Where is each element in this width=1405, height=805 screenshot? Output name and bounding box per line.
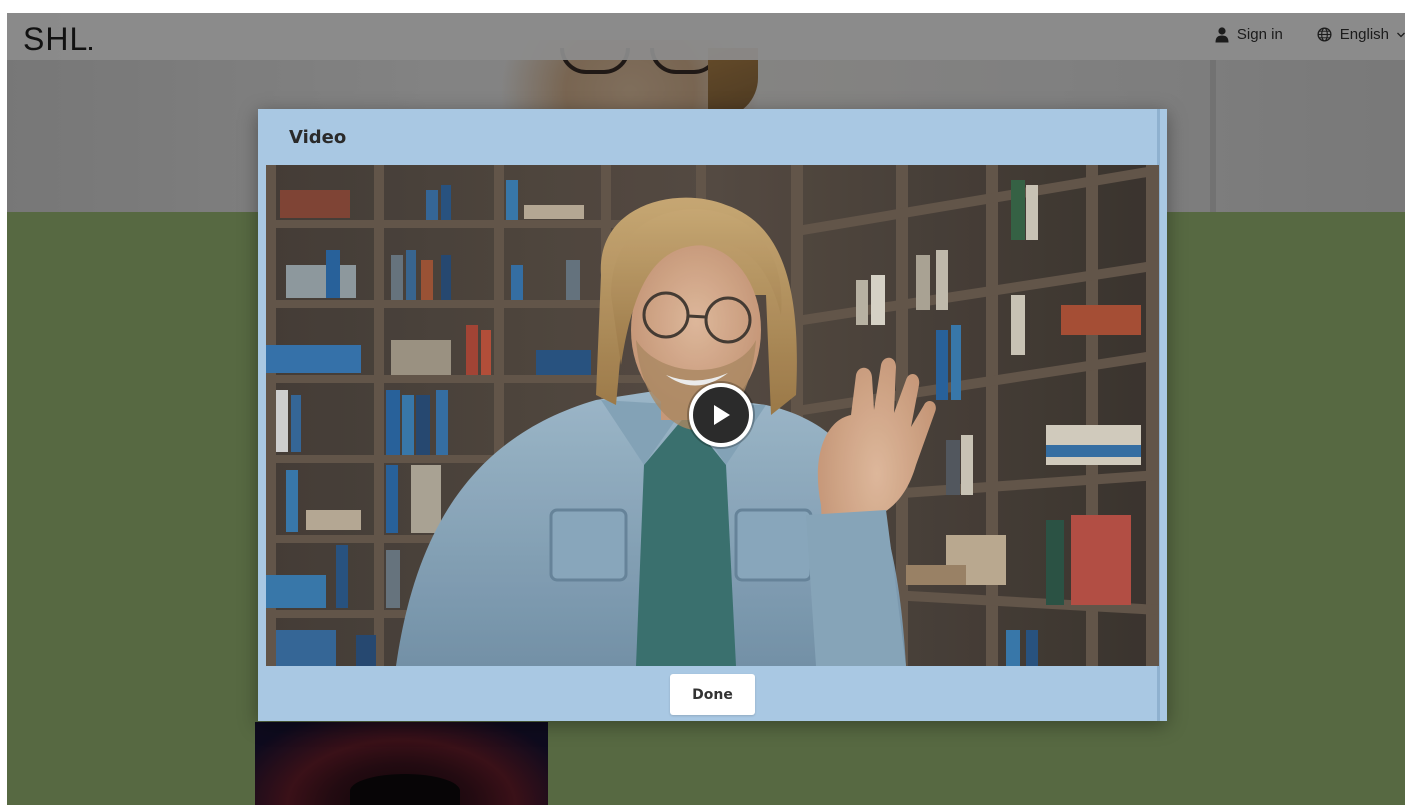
- top-margin: [0, 0, 1405, 13]
- video-modal: Video Done: [258, 109, 1167, 721]
- done-button[interactable]: Done: [670, 674, 755, 715]
- play-button[interactable]: [689, 383, 753, 447]
- video-player[interactable]: [266, 165, 1159, 666]
- page: SHL Sign in English Video Done: [0, 0, 1405, 805]
- play-icon: [693, 387, 749, 443]
- modal-title: Video: [289, 127, 347, 148]
- left-margin: [0, 0, 7, 805]
